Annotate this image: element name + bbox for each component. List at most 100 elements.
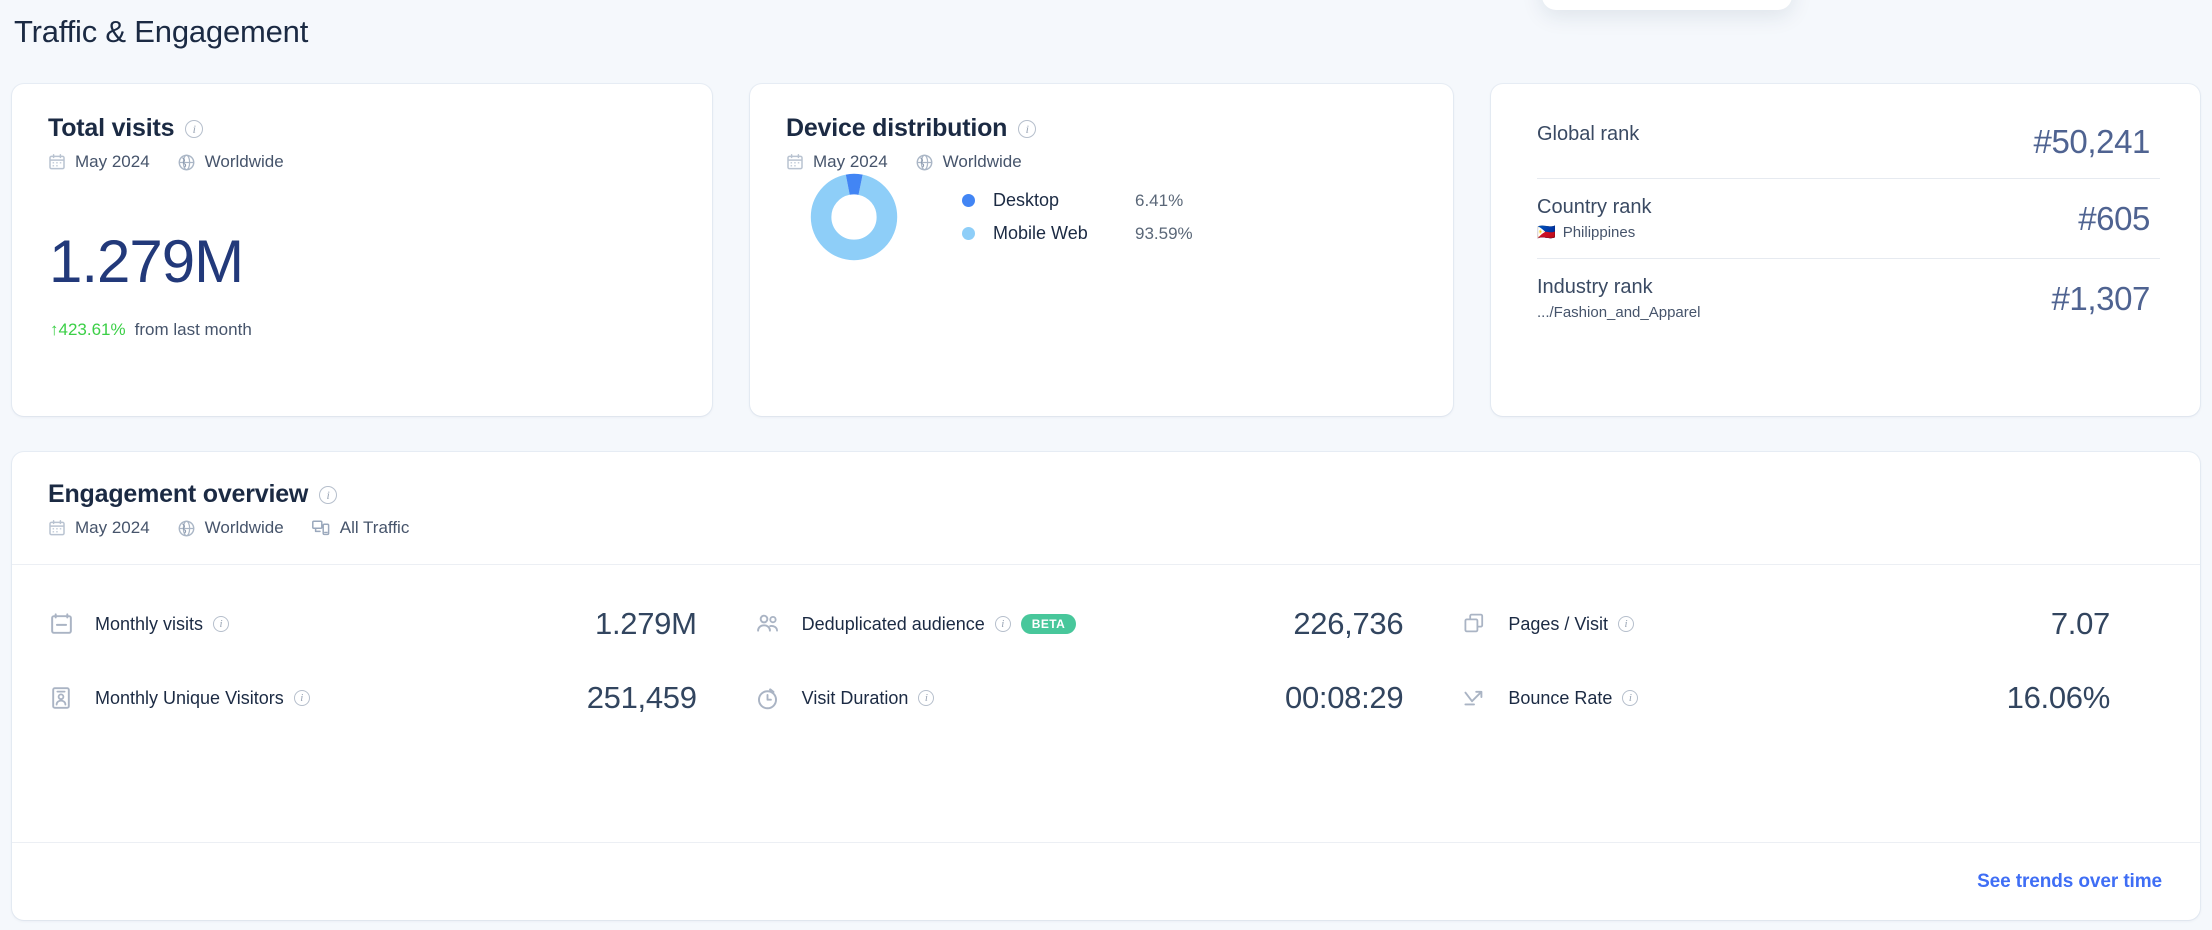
rank-row-country[interactable]: Country rank 🇵🇭 Philippines #605 [1537, 178, 2160, 258]
engagement-overview-card: Engagement overview i May 2024 Worldwide… [12, 452, 2200, 920]
rank-sub-industry: .../Fashion_and_Apparel [1537, 304, 1700, 321]
info-icon[interactable]: i [994, 616, 1011, 632]
engagement-header: Engagement overview i May 2024 Worldwide… [12, 452, 2200, 564]
total-visits-delta: ↑423.61% from last month [50, 320, 252, 340]
rank-row-industry[interactable]: Industry rank .../Fashion_and_Apparel #1… [1537, 258, 2160, 338]
metric-visit-duration[interactable]: Visit Duration i 00:08:29 [753, 661, 1460, 735]
info-icon[interactable]: i [918, 690, 935, 706]
engagement-title-row: Engagement overview i [48, 480, 2164, 509]
globe-icon [177, 153, 196, 172]
total-visits-value: 1.279M [49, 228, 244, 295]
engagement-region: Worldwide [204, 518, 284, 537]
legend-label-mobile-web: Mobile Web [993, 223, 1088, 243]
metric-label-monthly-visits: Monthly visits i [95, 613, 230, 635]
device-title: Device distribution [786, 114, 1008, 142]
see-trends-over-time-link[interactable]: See trends over time [1977, 871, 2162, 893]
calendar-icon [786, 153, 804, 171]
stopwatch-icon [753, 683, 783, 713]
rank-value-industry: #1,307 [2051, 279, 2150, 317]
metric-text-monthly-visits: Monthly visits [95, 613, 204, 634]
total-visits-region: Worldwide [204, 152, 284, 171]
device-chart-area: Desktop 6.41% Mobile Web 93.59% [806, 162, 1193, 272]
device-distribution-card: Device distribution i May 2024 Worldwide… [750, 84, 1453, 416]
legend-value-desktop: 6.41% [1135, 190, 1184, 210]
legend-item-mobile-web[interactable]: Mobile Web 93.59% [962, 223, 1193, 244]
rank-global-text: Global rank [1537, 123, 1639, 146]
rank-value-global: #50,241 [2033, 123, 2151, 160]
philippines-flag-icon: 🇵🇭 [1537, 224, 1556, 241]
metric-bounce-rate[interactable]: Bounce Rate i 16.06% [1459, 661, 2166, 735]
metric-label-visit-duration: Visit Duration i [802, 688, 935, 709]
engagement-meta: May 2024 Worldwide All Traffic [48, 518, 2164, 538]
rank-industry-category: .../Fashion_and_Apparel [1537, 304, 1701, 321]
page-title: Traffic & Engagement [14, 14, 309, 49]
delta-arrow-icon: ↑ [50, 320, 59, 339]
engagement-title: Engagement overview [48, 480, 309, 508]
metric-label-pages-per-visit: Pages / Visit i [1508, 613, 1635, 635]
globe-icon [177, 519, 196, 538]
total-visits-date: May 2024 [75, 152, 150, 171]
info-icon[interactable]: i [319, 485, 338, 504]
metric-value-bounce-rate: 16.06% [2006, 680, 2111, 715]
rank-country-text: Country rank 🇵🇭 Philippines [1537, 196, 1652, 241]
legend-item-desktop[interactable]: Desktop 6.41% [962, 190, 1193, 211]
legend-dot-mobile-web [962, 227, 975, 240]
metric-monthly-unique-visitors[interactable]: Monthly Unique Visitors i 251,459 [46, 661, 753, 735]
engagement-metrics-grid: Monthly visits i 1.279M Deduplicated aud [12, 565, 2200, 759]
audience-icon [753, 609, 783, 639]
beta-badge: BETA [1020, 613, 1077, 635]
metric-text-pages-per-visit: Pages / Visit [1508, 613, 1609, 634]
metric-value-deduplicated-audience: 226,736 [1293, 606, 1404, 641]
info-icon[interactable]: i [185, 119, 204, 138]
legend-label-desktop: Desktop [993, 190, 1060, 210]
metric-label-monthly-unique-visitors: Monthly Unique Visitors i [95, 688, 310, 709]
calendar-icon [48, 519, 66, 537]
engagement-footer: See trends over time [12, 842, 2200, 920]
metric-label-deduplicated-audience: Deduplicated audience i BETA [802, 614, 1077, 635]
device-legend: Desktop 6.41% Mobile Web 93.59% [962, 190, 1193, 244]
delta-arrow-and-percent: ↑423.61% [50, 320, 126, 340]
metric-value-monthly-unique-visitors: 251,459 [586, 680, 697, 715]
id-card-icon [46, 683, 76, 713]
info-icon[interactable]: i [1618, 616, 1635, 632]
metric-monthly-visits[interactable]: Monthly visits i 1.279M [46, 587, 753, 661]
metric-deduplicated-audience[interactable]: Deduplicated audience i BETA 226,736 [753, 587, 1460, 661]
total-visits-header: Total visits i May 2024 Worldwide [12, 84, 712, 172]
total-visits-title: Total visits [48, 114, 175, 142]
total-visits-title-row: Total visits i [48, 114, 676, 143]
device-title-row: Device distribution i [786, 114, 1417, 143]
engagement-date: May 2024 [75, 518, 150, 537]
engagement-traffic-filter: All Traffic [339, 518, 410, 537]
device-header: Device distribution i May 2024 Worldwide [750, 84, 1453, 172]
legend-dot-desktop [962, 194, 975, 207]
rank-label-country: Country rank [1537, 196, 1652, 218]
total-visits-meta: May 2024 Worldwide [48, 152, 676, 172]
rank-sub-country: 🇵🇭 Philippines [1537, 224, 1652, 241]
metric-text-monthly-unique-visitors: Monthly Unique Visitors [95, 687, 284, 708]
rank-value-country: #605 [2078, 199, 2150, 237]
info-icon[interactable]: i [213, 616, 230, 632]
total-visits-card: Total visits i May 2024 Worldwide 1.279M… [12, 84, 712, 416]
metric-pages-per-visit[interactable]: Pages / Visit i 7.07 [1459, 587, 2166, 661]
metric-value-monthly-visits: 1.279M [595, 606, 697, 641]
dashboard-page: Traffic & Engagement Total visits i May … [0, 0, 2212, 930]
metric-value-pages-per-visit: 7.07 [2050, 606, 2110, 641]
calendar-icon [48, 153, 66, 171]
devices-icon [311, 518, 331, 538]
info-icon[interactable]: i [1018, 119, 1037, 138]
rank-list: Global rank #50,241 Country rank 🇵🇭 Phil… [1491, 84, 2200, 338]
rank-label-global: Global rank [1537, 123, 1640, 145]
rank-label-industry: Industry rank [1537, 276, 1653, 298]
metric-label-bounce-rate: Bounce Rate i [1508, 688, 1639, 709]
metric-value-visit-duration: 00:08:29 [1285, 680, 1404, 715]
overlay-card-shadow [1542, 0, 1792, 10]
info-icon[interactable]: i [293, 690, 310, 706]
pages-icon [1459, 609, 1489, 639]
rank-card: Global rank #50,241 Country rank 🇵🇭 Phil… [1491, 84, 2200, 416]
rank-country-name: Philippines [1562, 224, 1636, 241]
bounce-arrow-icon [1459, 683, 1489, 713]
rank-row-global[interactable]: Global rank #50,241 [1537, 106, 2160, 178]
delta-percent: 423.61% [58, 320, 126, 339]
info-icon[interactable]: i [1622, 690, 1639, 706]
legend-value-mobile-web: 93.59% [1135, 223, 1193, 243]
